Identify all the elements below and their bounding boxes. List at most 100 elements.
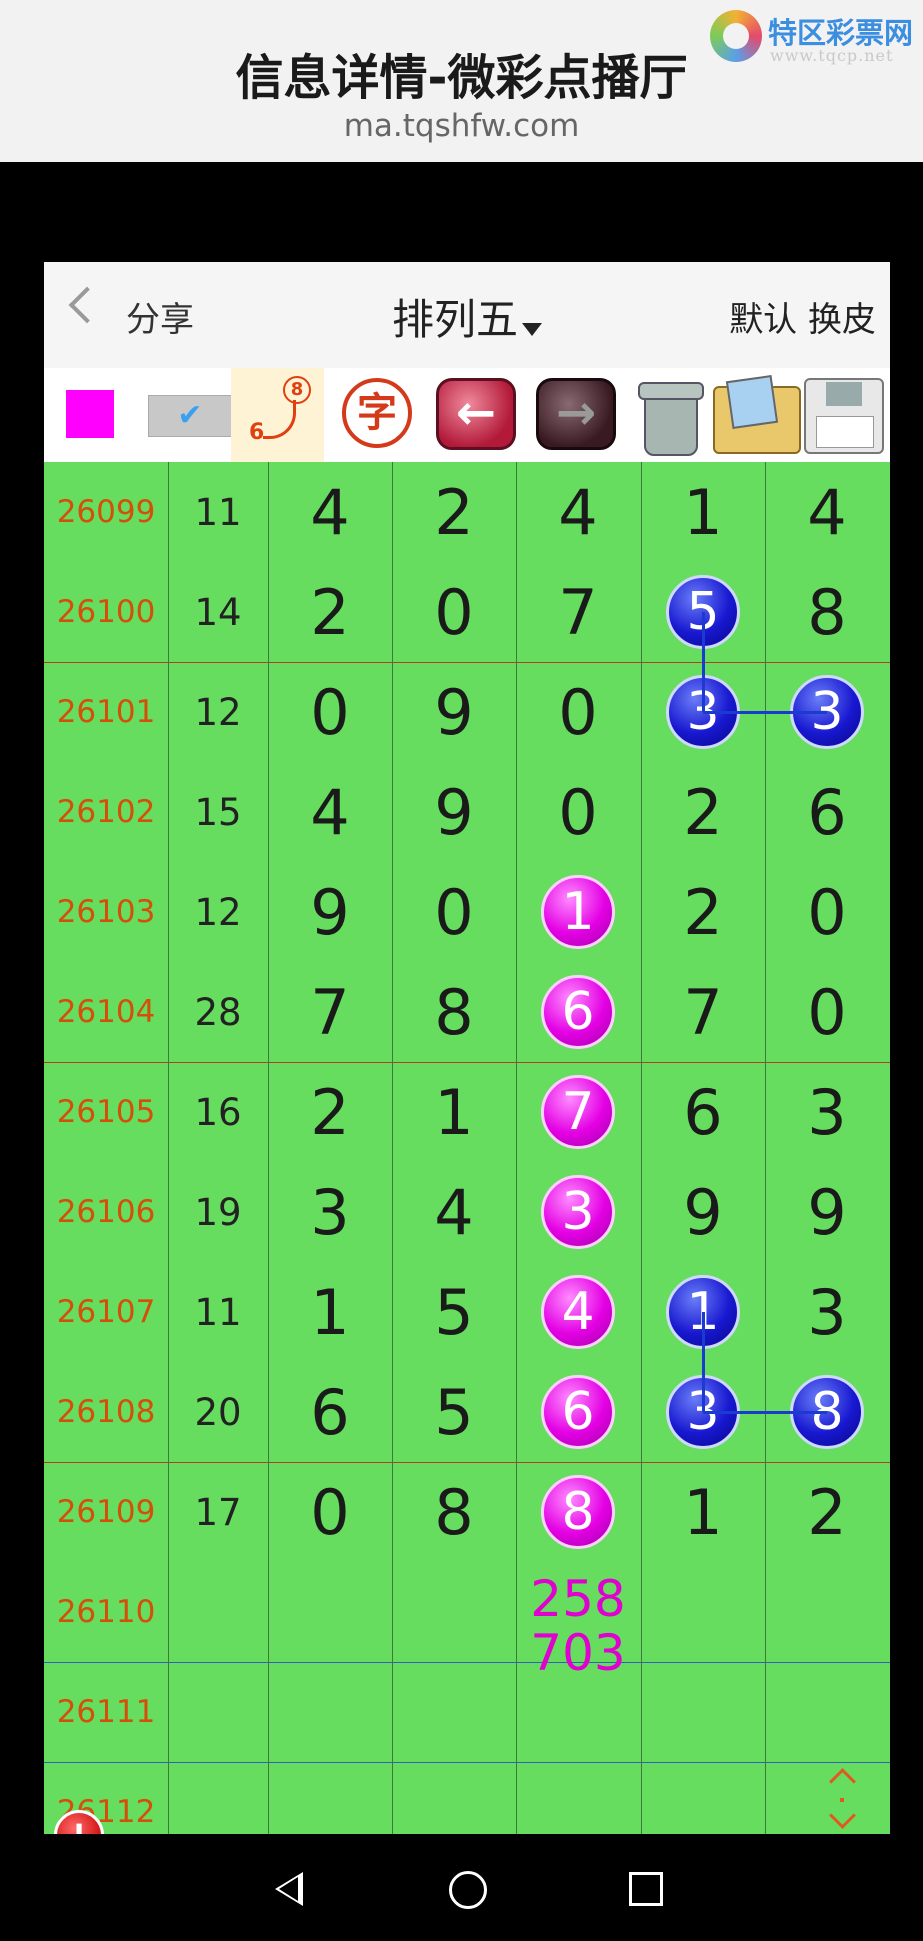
browser-top-bar: 信息详情-微彩点播厅 ma.tqshfw.com 特区彩票网 www.tqcp.… (0, 0, 923, 162)
digit-cell-1[interactable]: 7 (268, 962, 392, 1062)
digit-cell-2[interactable]: 0 (392, 862, 516, 962)
gallery-tool[interactable] (701, 368, 801, 462)
digit-cell-5[interactable]: 6 (765, 762, 889, 862)
digit-cell-5[interactable] (765, 1562, 889, 1662)
digit-cell-1[interactable]: 2 (268, 562, 392, 662)
digit-cell-2[interactable]: 0 (392, 562, 516, 662)
arrow-right-glyph: → (555, 385, 597, 441)
digit-cell-5[interactable]: 0 (765, 862, 889, 962)
prediction-numbers: 258 703 (516, 1572, 640, 1680)
nav-recent-icon[interactable] (629, 1872, 663, 1906)
digit-cell-2[interactable]: 5 (392, 1262, 516, 1362)
font-tool[interactable]: 字 (324, 368, 424, 462)
digit-cell-1[interactable]: 6 (268, 1362, 392, 1462)
redo-tool[interactable]: → (524, 368, 624, 462)
digit-cell-1[interactable]: 0 (268, 662, 392, 762)
expand-vertical-icon[interactable] (825, 1768, 865, 1830)
digit-cell-4[interactable]: 2 (641, 862, 765, 962)
digit-sum: 15 (194, 790, 242, 834)
app-window: 分享 排列五 默认 换皮 ✔ 8 6 字 ← → 26099 11 4 2 4 … (44, 262, 890, 1834)
draw-row: 26109 17 0 8 8 1 2 (44, 1462, 890, 1562)
save-tool[interactable] (790, 368, 890, 462)
digit-cell-3[interactable]: 0 (516, 662, 640, 762)
undo-tool[interactable]: ← (424, 368, 524, 462)
digit-cell-1[interactable]: 4 (268, 762, 392, 862)
period-number: 26110 (56, 1594, 156, 1630)
skin-options[interactable]: 默认 换皮 (729, 292, 876, 341)
gray-check-swatch[interactable]: ✔ (128, 368, 248, 462)
digit-cell-2[interactable]: 9 (392, 762, 516, 862)
arrow-left-glyph: ← (455, 385, 497, 441)
arrow-left-icon: ← (436, 378, 516, 450)
digit-cell-3[interactable] (516, 1762, 640, 1834)
digit-cell-5[interactable]: 4 (765, 462, 889, 562)
draw-row: 26110 (44, 1562, 890, 1662)
digit-cell-5[interactable] (765, 1662, 889, 1762)
digit-cell-5[interactable]: 3 (765, 1262, 889, 1362)
digit-cell-4[interactable]: 2 (641, 762, 765, 862)
period-number: 26111 (56, 1694, 156, 1730)
digit-cell-2[interactable] (392, 1562, 516, 1662)
digit-cell-4[interactable] (641, 1562, 765, 1662)
digit-cell-1[interactable] (268, 1762, 392, 1834)
digit-cell-5[interactable]: 8 (765, 562, 889, 662)
draw-row: 26107 11 1 5 4 1 3 (44, 1262, 890, 1362)
digit-cell-2[interactable]: 1 (392, 1062, 516, 1162)
digit-cell-1[interactable]: 1 (268, 1262, 392, 1362)
digit-cell-1[interactable] (268, 1562, 392, 1662)
ball-connector-vertical (702, 612, 705, 712)
digit-cell-5[interactable]: 0 (765, 962, 889, 1062)
digit-cell-2[interactable]: 8 (392, 962, 516, 1062)
arrow-right-icon: → (536, 378, 616, 450)
digit-cell-1[interactable]: 9 (268, 862, 392, 962)
period-number: 26106 (56, 1194, 156, 1230)
digit-cell-3[interactable]: 4 (516, 1262, 640, 1362)
period-number: 26100 (56, 594, 156, 630)
digit-cell-4[interactable] (641, 1662, 765, 1762)
link-line-tool[interactable]: 8 6 (231, 368, 324, 462)
digit-cell-3[interactable]: 1 (516, 862, 640, 962)
digit-cell-2[interactable]: 2 (392, 462, 516, 562)
digit-cell-3[interactable]: 0 (516, 762, 640, 862)
pink-ball-marker: 6 (541, 975, 615, 1049)
draw-row: 26105 16 2 1 7 6 3 (44, 1062, 890, 1162)
digit-sum: 12 (194, 890, 242, 934)
digit-cell-2[interactable] (392, 1762, 516, 1834)
digit-cell-2[interactable] (392, 1662, 516, 1762)
draw-row: 26099 11 4 2 4 1 4 (44, 462, 890, 562)
digit-cell-1[interactable]: 3 (268, 1162, 392, 1262)
system-nav-bar (0, 1834, 923, 1941)
digit-cell-4[interactable]: 6 (641, 1062, 765, 1162)
digit-cell-1[interactable]: 4 (268, 462, 392, 562)
digit-cell-4[interactable]: 7 (641, 962, 765, 1062)
digit-cell-5[interactable]: 2 (765, 1462, 889, 1562)
digit-cell-5[interactable]: 3 (765, 1062, 889, 1162)
digit-cell-1[interactable]: 2 (268, 1062, 392, 1162)
digit-cell-2[interactable]: 9 (392, 662, 516, 762)
digit-cell-4[interactable]: 9 (641, 1162, 765, 1262)
digit-cell-3[interactable]: 6 (516, 962, 640, 1062)
digit-cell-3[interactable]: 6 (516, 1362, 640, 1462)
add-button[interactable]: + (54, 1810, 104, 1834)
draw-row: 26102 15 4 9 0 2 6 (44, 762, 890, 862)
zi-character-icon: 字 (342, 378, 412, 448)
digit-cell-3[interactable]: 8 (516, 1462, 640, 1562)
digit-cell-4[interactable]: 1 (641, 462, 765, 562)
digit-cell-3[interactable]: 7 (516, 1062, 640, 1162)
digit-cell-2[interactable]: 8 (392, 1462, 516, 1562)
digit-cell-4[interactable]: 1 (641, 1462, 765, 1562)
digit-cell-3[interactable]: 3 (516, 1162, 640, 1262)
digit-cell-1[interactable] (268, 1662, 392, 1762)
nav-home-icon[interactable] (449, 1871, 487, 1909)
digit-cell-4[interactable] (641, 1762, 765, 1834)
digit-cell-2[interactable]: 4 (392, 1162, 516, 1262)
digit-sum (168, 1662, 268, 1762)
digit-cell-2[interactable]: 5 (392, 1362, 516, 1462)
digit-cell-5[interactable]: 9 (765, 1162, 889, 1262)
nav-back-icon[interactable] (275, 1872, 303, 1906)
digit-cell-3[interactable]: 4 (516, 462, 640, 562)
digit-cell-3[interactable]: 7 (516, 562, 640, 662)
digit-cell-1[interactable]: 0 (268, 1462, 392, 1562)
digit-sum (168, 1562, 268, 1662)
floppy-disk-icon (804, 378, 884, 454)
